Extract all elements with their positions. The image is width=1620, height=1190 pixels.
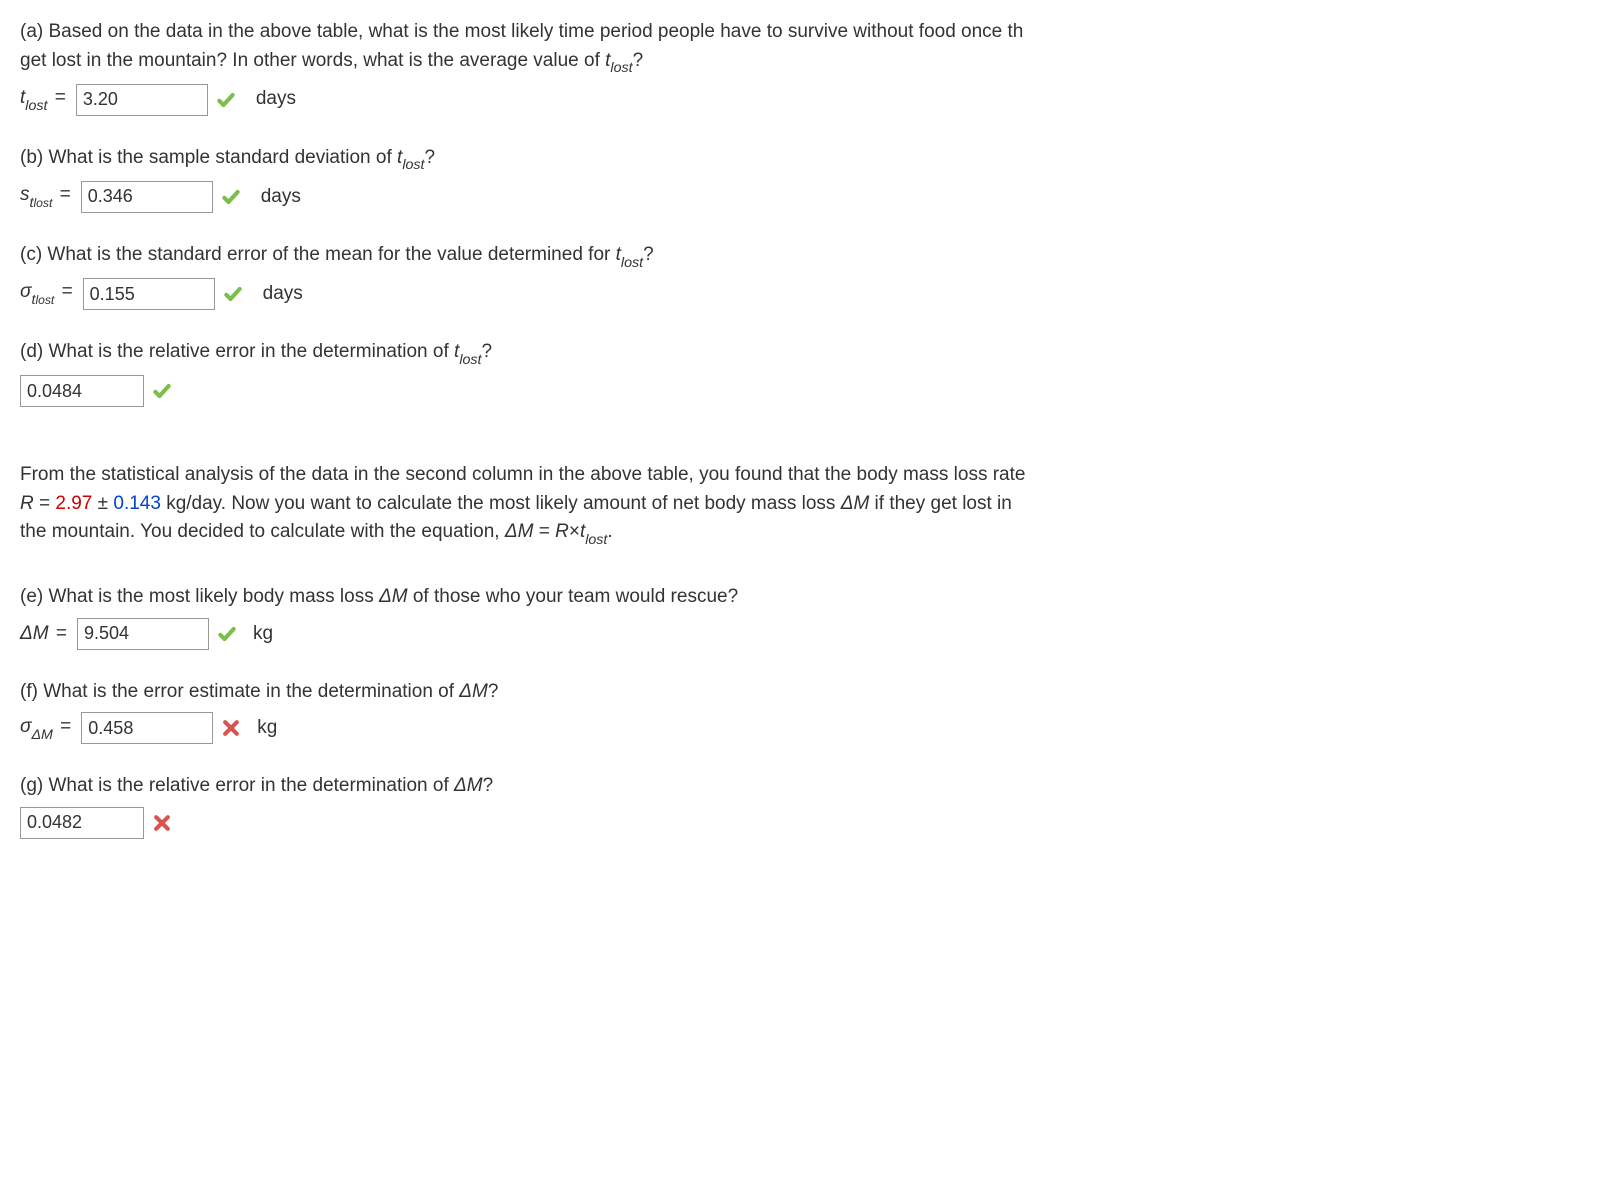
- question-e-text: (e) What is the most likely body mass lo…: [20, 583, 1600, 612]
- check-icon: [223, 284, 243, 304]
- var-sigma-deltaM: σΔM =: [20, 713, 73, 744]
- x-icon: [152, 813, 172, 833]
- answer-g-row: [20, 807, 1600, 839]
- question-a-text: (a) Based on the data in the above table…: [20, 18, 1600, 78]
- input-relerr-tlost[interactable]: [20, 375, 144, 407]
- unit-days: days: [256, 85, 296, 114]
- input-deltaM[interactable]: [77, 618, 209, 650]
- answer-b-row: stlost = days: [20, 181, 1600, 213]
- input-relerr-deltaM[interactable]: [20, 807, 144, 839]
- var-sigmatlost: σtlost =: [20, 278, 75, 309]
- check-icon: [221, 187, 241, 207]
- question-g: (g) What is the relative error in the de…: [20, 772, 1600, 839]
- question-c: (c) What is the standard error of the me…: [20, 241, 1600, 310]
- answer-f-row: σΔM = kg: [20, 712, 1600, 744]
- check-icon: [216, 90, 236, 110]
- question-e: (e) What is the most likely body mass lo…: [20, 583, 1600, 650]
- check-icon: [152, 381, 172, 401]
- question-c-text: (c) What is the standard error of the me…: [20, 241, 1600, 272]
- input-tlost[interactable]: [76, 84, 208, 116]
- intro-paragraph: From the statistical analysis of the dat…: [20, 461, 1600, 549]
- check-icon: [217, 624, 237, 644]
- question-b-text: (b) What is the sample standard deviatio…: [20, 144, 1600, 175]
- var-tlost: tlost =: [20, 84, 68, 115]
- x-icon: [221, 718, 241, 738]
- question-a: (a) Based on the data in the above table…: [20, 18, 1600, 116]
- input-sigma-deltaM[interactable]: [81, 712, 213, 744]
- answer-c-row: σtlost = days: [20, 278, 1600, 310]
- var-stlost: stlost =: [20, 181, 73, 212]
- unit-kg: kg: [257, 714, 277, 743]
- question-d: (d) What is the relative error in the de…: [20, 338, 1600, 407]
- unit-days: days: [261, 183, 301, 212]
- question-d-text: (d) What is the relative error in the de…: [20, 338, 1600, 369]
- question-b: (b) What is the sample standard deviatio…: [20, 144, 1600, 213]
- answer-e-row: ΔM = kg: [20, 618, 1600, 650]
- var-deltaM: ΔM =: [20, 620, 69, 649]
- question-f: (f) What is the error estimate in the de…: [20, 678, 1600, 745]
- question-g-text: (g) What is the relative error in the de…: [20, 772, 1600, 801]
- input-stlost[interactable]: [81, 181, 213, 213]
- input-sigmatlost[interactable]: [83, 278, 215, 310]
- answer-a-row: tlost = days: [20, 84, 1600, 116]
- answer-d-row: [20, 375, 1600, 407]
- question-f-text: (f) What is the error estimate in the de…: [20, 678, 1600, 707]
- unit-days: days: [263, 280, 303, 309]
- unit-kg: kg: [253, 620, 273, 649]
